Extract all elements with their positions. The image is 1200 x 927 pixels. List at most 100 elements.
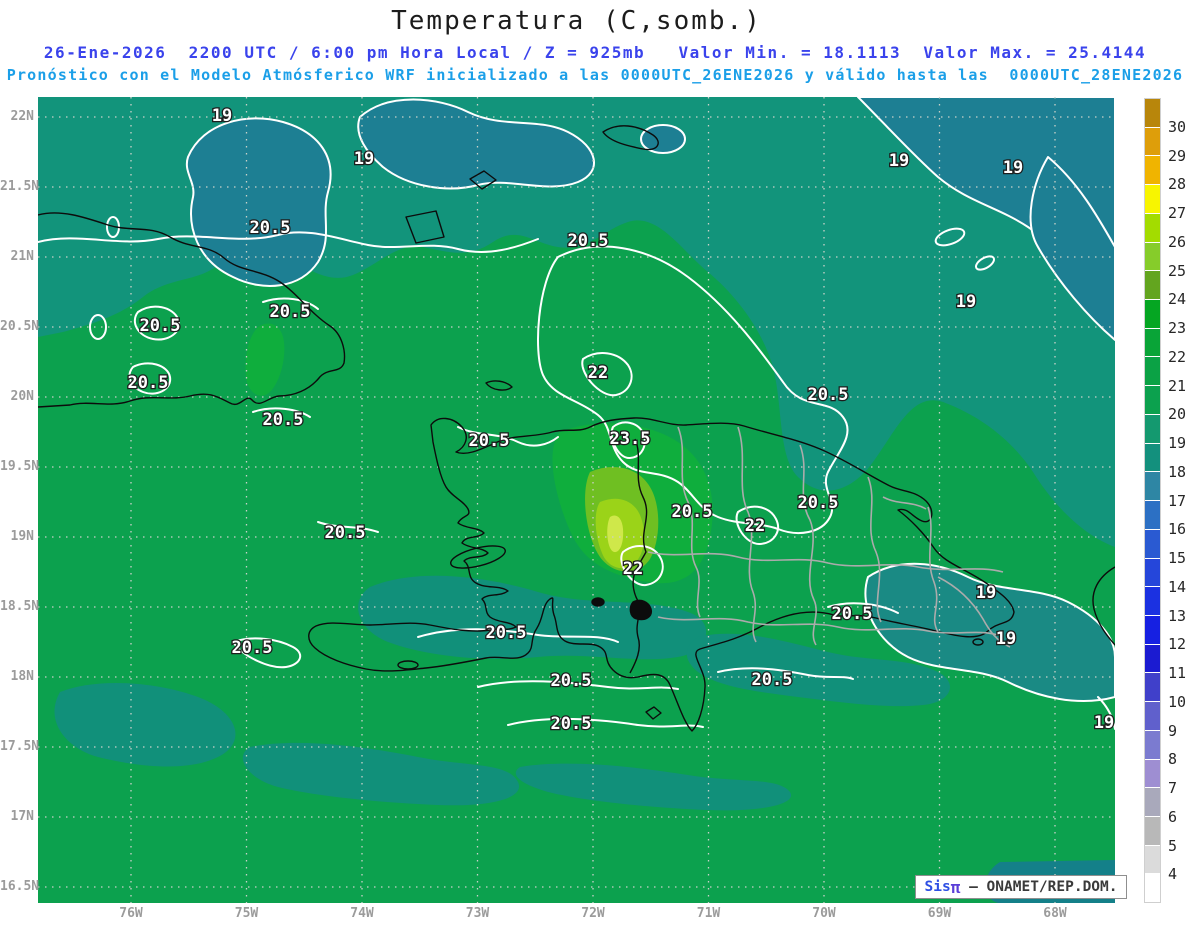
colorbar-tick-label: 25: [1168, 261, 1187, 280]
colorbar-cell: [1145, 614, 1160, 644]
colorbar-cell: [1145, 327, 1160, 357]
temperature-shading: [38, 96, 1116, 903]
colorbar-tick-label: 12: [1168, 635, 1187, 654]
colorbar-tick-label: 21: [1168, 376, 1187, 395]
sispi-name: Sis: [924, 879, 951, 895]
colorbar-tick-label: 30: [1168, 117, 1187, 136]
map-svg: 19 19 19 19 19 19 19 19 20.5 20.5 20.5 20.5 20.5 20.5…: [37, 96, 1116, 903]
colorbar-cell: [1145, 270, 1160, 300]
contour-value-label: 20.5: [140, 316, 181, 336]
colorbar-tick-label: 8: [1168, 750, 1178, 769]
contour-value-label: 20.5: [551, 714, 592, 734]
colorbar-cell: [1145, 212, 1160, 242]
colorbar-tick-label: 14: [1168, 577, 1187, 596]
contour-value-label: 19: [1094, 713, 1114, 733]
contour-value-label: 20.5: [232, 638, 273, 658]
colorbar-tick-label: 26: [1168, 232, 1187, 251]
contour-value-label: 20.5: [568, 231, 609, 251]
colorbar-tick-label: 17: [1168, 491, 1187, 510]
contour-value-label: 19: [889, 151, 909, 171]
colorbar-cell: [1145, 758, 1160, 788]
colorbar-cell: [1145, 155, 1160, 185]
forecast-info-line: 26-Ene-2026 2200 UTC / 6:00 pm Hora Loca…: [43, 43, 1147, 62]
contour-value-label: 20.5: [672, 502, 713, 522]
lon-tick-label: 74W: [350, 906, 374, 921]
colorbar-cell: [1145, 787, 1160, 816]
colorbar-cell: [1145, 471, 1160, 501]
contour-value-label: 20.5: [270, 302, 311, 322]
colorbar-cell: [1145, 672, 1160, 702]
contour-value-label: 22: [745, 516, 765, 536]
colorbar-cell: [1145, 99, 1160, 127]
lat-tick-label: 22N: [10, 109, 34, 124]
lat-tick-label: 20N: [10, 389, 34, 404]
contour-value-label: 19: [1003, 158, 1023, 178]
contour-value-label: 22: [588, 363, 608, 383]
colorbar-tick-label: 13: [1168, 606, 1187, 625]
contour-value-label: 20.5: [798, 493, 839, 513]
contour-value-label: 20.5: [263, 410, 304, 430]
weather-map-page: Temperatura (C,somb.) 26-Ene-2026 2200 U…: [0, 0, 1200, 927]
colorbar-cell: [1145, 528, 1160, 558]
colorbar-tick-label: 5: [1168, 836, 1178, 855]
lon-tick-label: 75W: [234, 906, 259, 921]
colorbar-tick-label: 29: [1168, 146, 1187, 165]
colorbar-cell: [1145, 500, 1160, 529]
lon-tick-label: 76W: [119, 906, 143, 921]
lon-tick-label: 70W: [812, 906, 836, 921]
branding-separator: –: [960, 879, 987, 895]
colorbar-cell: [1145, 643, 1160, 673]
colorbar-cell: [1145, 815, 1160, 845]
page-title: Temperatura (C,somb.): [391, 6, 762, 36]
contour-value-label: 19: [956, 292, 976, 312]
colorbar-tick-label: 11: [1168, 664, 1187, 682]
branding-org: ONAMET/REP.DOM.: [986, 879, 1118, 895]
colorbar-cell: [1145, 557, 1160, 587]
colorbar-cell: [1145, 299, 1160, 328]
lat-tick-label: 17N: [10, 809, 34, 824]
colorbar-cell: [1145, 729, 1160, 759]
colorbar-tick-label: 23: [1168, 319, 1187, 337]
lat-tick-label: 19.5N: [0, 459, 40, 474]
contour-value-label: 20.5: [832, 604, 873, 624]
contour-value-label: 19: [996, 629, 1016, 649]
colorbar-cell: [1145, 586, 1160, 615]
colorbar-tick-label: 27: [1168, 204, 1187, 222]
contour-value-label: 20.5: [752, 670, 793, 690]
model-info-line: Pronóstico con el Modelo Atmósferico WRF…: [6, 66, 1184, 84]
colorbar-cell: [1145, 844, 1160, 874]
colorbar-cell: [1145, 873, 1160, 903]
colorbar-cell: [1145, 385, 1160, 414]
colorbar-cell: [1145, 413, 1160, 443]
sispi-branding-box: Sis π – ONAMET/REP.DOM.: [915, 875, 1127, 899]
contour-value-label: 20.5: [808, 385, 849, 405]
pi-symbol: π: [950, 877, 961, 897]
lat-tick-label: 16.5N: [0, 879, 40, 894]
lon-tick-label: 73W: [465, 906, 490, 921]
contour-value-label: 22: [623, 559, 643, 579]
colorbar-cell: [1145, 126, 1160, 156]
map-canvas: 19 19 19 19 19 19 19 19 20.5 20.5 20.5 20.5 20.5 20.5…: [37, 96, 1116, 903]
colorbar-tick-label: 22: [1168, 347, 1187, 366]
colorbar-cell: [1145, 356, 1160, 386]
lat-tick-label: 18.5N: [0, 599, 40, 614]
colorbar: [1144, 98, 1161, 903]
colorbar-tick-label: 18: [1168, 462, 1187, 481]
contour-value-label: 19: [976, 583, 996, 603]
contour-value-label: 20.5: [128, 373, 169, 393]
contour-value-label: 20.5: [250, 218, 291, 238]
colorbar-cell: [1145, 442, 1160, 472]
lat-tick-label: 18N: [10, 669, 34, 684]
contour-value-label: 20.5: [469, 431, 510, 451]
colorbar-cell: [1145, 184, 1160, 213]
colorbar-tick-label: 6: [1168, 807, 1178, 826]
lon-tick-label: 69W: [927, 906, 952, 921]
contour-value-label: 19: [354, 149, 374, 169]
contour-value-label: 23.5: [610, 429, 651, 449]
contour-value-label: 19: [212, 106, 232, 126]
colorbar-tick-label: 19: [1168, 434, 1187, 452]
colorbar-tick-label: 15: [1168, 549, 1187, 567]
colorbar-cell: [1145, 701, 1160, 730]
colorbar-tick-label: 10: [1168, 692, 1187, 711]
colorbar-tick-label: 7: [1168, 779, 1178, 797]
